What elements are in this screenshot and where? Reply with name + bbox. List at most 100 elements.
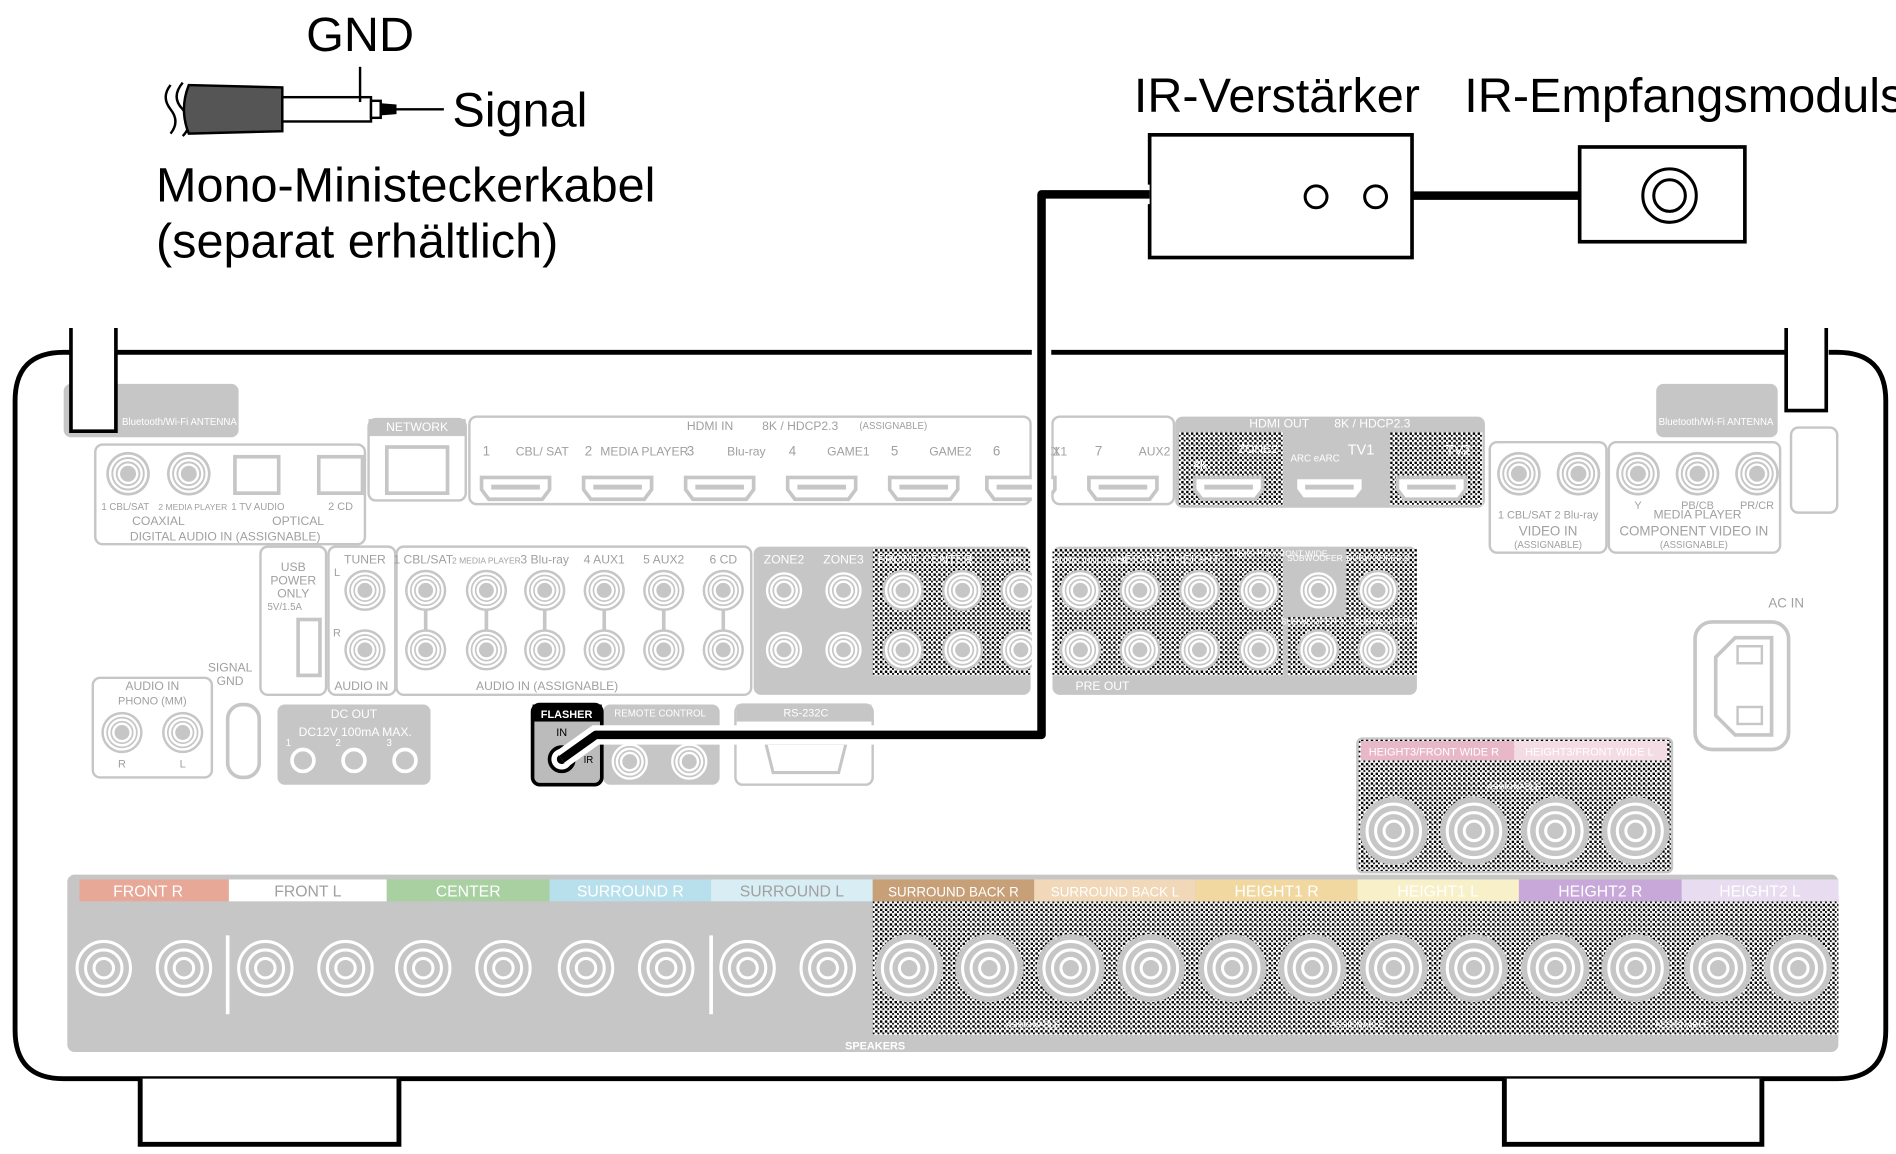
- network-label: NETWORK: [386, 420, 448, 434]
- audio-in-jack-icon: [643, 629, 685, 671]
- pre-out-jack-icon: [941, 569, 984, 612]
- flasher-ir-label: IR: [584, 755, 594, 766]
- dc-out-title: DC OUT: [331, 707, 378, 721]
- hdmi-port-label: MEDIA PLAYER: [600, 445, 688, 459]
- pre-out-jack-icon: [1059, 569, 1102, 612]
- label: ZONE2: [764, 553, 805, 567]
- audio-in-input-label: 3 Blu-ray: [520, 553, 569, 567]
- hdmi-port-label: Blu-ray: [727, 445, 766, 459]
- signal-label: Signal: [452, 83, 587, 137]
- height3-r-label: HEIGHT3/FRONT WIDE R: [1369, 747, 1499, 759]
- label: 2: [335, 738, 340, 749]
- label: 2 CD: [328, 501, 353, 513]
- speaker-channel-label: FRONT L: [274, 883, 341, 900]
- pre-out-jack-icon: [1357, 569, 1399, 612]
- ac-in-label: AC IN: [1768, 595, 1804, 610]
- foot-left: [137, 1078, 402, 1147]
- pre-out-jack-icon: [882, 629, 924, 671]
- optical-port-icon: [316, 454, 365, 496]
- label: PHONO (MM): [118, 696, 187, 708]
- hdmi-in-spec: 8K / HDCP2.3: [762, 419, 838, 433]
- cable-note: (separat erhältlich): [156, 215, 558, 269]
- audio-in-title: AUDIO IN (ASSIGNABLE): [476, 679, 618, 693]
- hdmi-out-spec: 8K / HDCP2.3: [1334, 417, 1410, 431]
- component-jack-icon: [1616, 451, 1660, 496]
- tuner-label: TUNER: [344, 553, 386, 567]
- pre-out-jack-icon: [941, 629, 984, 671]
- video-in-title: VIDEO IN: [1519, 524, 1578, 539]
- ir-amplifier-box: [1147, 133, 1414, 260]
- speakers-title: SPEAKERS: [845, 1041, 905, 1053]
- label: 1 CBL/SAT: [101, 502, 149, 513]
- digital-audio-title: DIGITAL AUDIO IN (ASSIGNABLE): [130, 530, 321, 544]
- speaker-terminal-plus-icon: [1198, 934, 1267, 1003]
- hdmi-in-assignable: (ASSIGNABLE): [859, 421, 927, 432]
- speaker-terminal-minus-icon: [149, 934, 218, 1003]
- speaker-channel-label: FRONT R: [113, 883, 183, 900]
- speaker-terminal-minus-icon: [1439, 934, 1508, 1003]
- speaker-channel-label: CENTER: [436, 883, 501, 900]
- label: HEIGHT1: [1116, 553, 1169, 567]
- pre-out-jack-icon: [882, 569, 924, 612]
- label: Y: [1634, 500, 1642, 512]
- hdmi-port-number: 6: [993, 444, 1000, 459]
- label: HEIGHT2: [1174, 553, 1227, 567]
- audio-in-jack-icon: [405, 629, 447, 671]
- speaker-terminal-minus-icon: [1601, 934, 1670, 1003]
- speaker-terminal-minus-icon: [1764, 934, 1833, 1003]
- label: L: [334, 567, 340, 579]
- antenna-label: Bluetooth/Wi-Fi ANTENNA: [1659, 417, 1774, 428]
- video-jack-icon: [1497, 451, 1541, 496]
- hdmi-port-number: 2: [585, 444, 592, 459]
- audio-in-input-label: 2 MEDIA PLAYER: [452, 556, 521, 566]
- speaker-terminal-minus-icon: [1278, 934, 1347, 1003]
- diagram-canvas: Bluetooth/Wi-Fi ANTENNA Bluetooth/Wi-Fi A…: [0, 0, 1896, 1154]
- label: (ASSIGNABLE): [1660, 540, 1728, 551]
- height3-speaker-terminal-icon: [1359, 796, 1428, 865]
- audio-in-jack-icon: [702, 569, 744, 612]
- tuner-jack-icon: [344, 629, 386, 671]
- ethernet-port-icon: [384, 445, 450, 496]
- speaker-terminal-plus-icon: [1521, 934, 1590, 1003]
- speaker-terminal-minus-icon: [632, 934, 701, 1003]
- audio-in-input-label: 5 AUX2: [643, 553, 684, 567]
- pre-out-jack-icon: [1178, 569, 1221, 612]
- pre-out-jack-icon: [822, 629, 865, 671]
- audio-in-jack-icon: [643, 569, 685, 612]
- speaker-terminal-minus-icon: [955, 934, 1024, 1003]
- label: AUDIO IN: [334, 679, 388, 693]
- hdmi-port-label: GAME2: [929, 445, 972, 459]
- speaker-terminal-plus-icon: [69, 934, 138, 1003]
- antenna-panel-right: [1656, 383, 1778, 438]
- label: 1: [286, 738, 291, 749]
- audio-in-jack-icon: [524, 629, 566, 671]
- audio-in-jack-icon: [465, 629, 508, 671]
- hdmi-port-number: 7: [1095, 444, 1102, 459]
- label: R: [333, 628, 341, 640]
- speaker-channel-label: SURROUND R: [577, 883, 684, 900]
- speaker-channel-label: HEIGHT1 L: [1397, 883, 1479, 900]
- gnd-label: GND: [306, 8, 414, 62]
- label: FRONT CENTER: [878, 553, 973, 567]
- phono-jack-icon: [101, 711, 143, 754]
- pre-out-title: PRE OUT: [1076, 679, 1130, 693]
- hdmi-port-label: CBL/ SAT: [516, 445, 570, 459]
- pre-out-jack-icon: [763, 569, 805, 612]
- label: SIGNAL: [208, 661, 253, 675]
- label: R: [118, 759, 126, 771]
- ir-amplifier-label: IR-Verstärker: [1134, 69, 1420, 123]
- hdmi-in-title: HDMI IN: [687, 419, 733, 433]
- connection-diagram: Bluetooth/Wi-Fi ANTENNA Bluetooth/Wi-Fi A…: [12, 8, 1896, 1147]
- usb-port-icon: [296, 617, 322, 678]
- speaker-channel-label: HEIGHT2 R: [1558, 883, 1642, 900]
- audio-in-jack-icon: [465, 569, 508, 612]
- zone2-label: ZONE2: [1238, 442, 1279, 456]
- label: DC12V 100mA MAX.: [299, 725, 412, 739]
- foot-right: [1501, 1078, 1765, 1147]
- label: 3: [387, 738, 392, 749]
- speaker-terminal-plus-icon: [713, 934, 782, 1003]
- hdmi-out-title: HDMI OUT: [1249, 417, 1310, 431]
- label: MEDIA PLAYER: [1653, 508, 1741, 522]
- label: USB: [281, 560, 306, 574]
- speaker-terminal-plus-icon: [1359, 934, 1428, 1003]
